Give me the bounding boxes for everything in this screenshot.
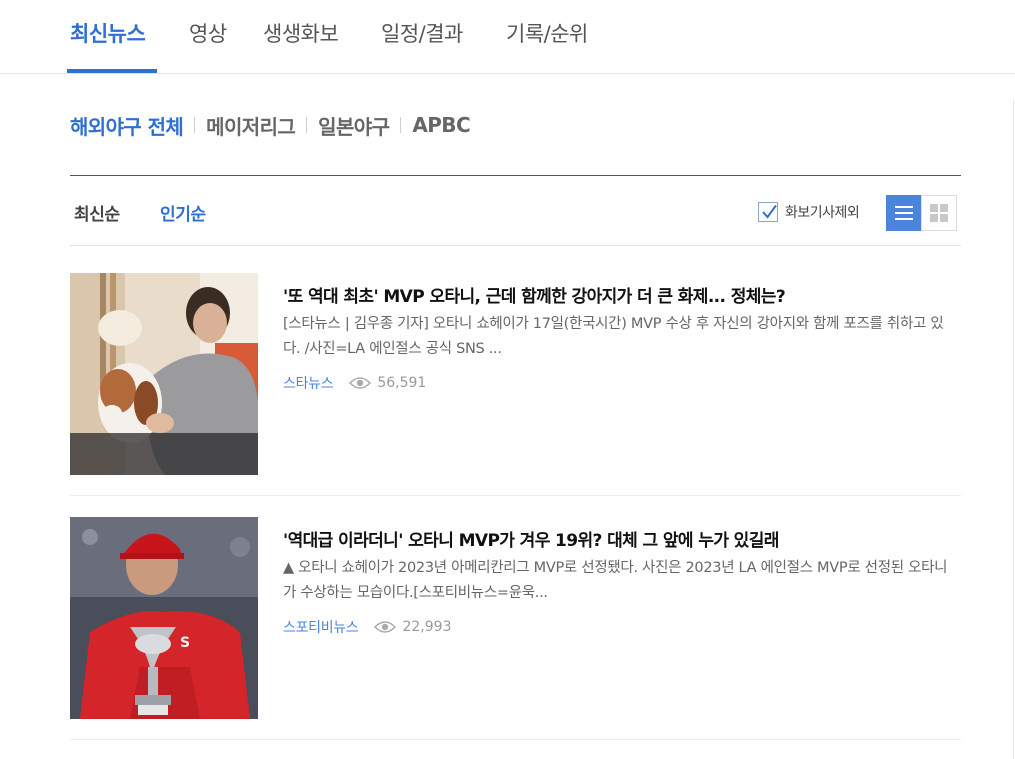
article-divider [70, 739, 961, 740]
exclude-photo-articles-toggle[interactable]: 화보기사제외 [758, 202, 860, 222]
view-count: 56,591 [377, 375, 427, 391]
list-view-button[interactable] [886, 195, 922, 231]
subnav-divider [306, 117, 308, 133]
checkbox-checked-icon[interactable] [758, 202, 778, 222]
active-tab-indicator [67, 69, 157, 73]
article-meta: 스포티비뉴스 22,993 [283, 617, 451, 637]
subnav-divider [400, 117, 402, 133]
tab-video[interactable]: 영상 [189, 18, 227, 48]
tab-records-rankings[interactable]: 기록/순위 [506, 18, 588, 48]
top-nav: 최신뉴스 영상 생생화보 일정/결과 기록/순위 [0, 0, 1015, 74]
grid-icon [930, 204, 948, 222]
subnav-apbc[interactable]: APBC [412, 113, 470, 137]
subnav-mlb[interactable]: 메이저리그 [206, 111, 296, 140]
article-item: S '역대급 이라더니' 오타니 MVP가 겨우 19위? 대체 그 앞에 누가… [70, 517, 961, 719]
tab-latest-news[interactable]: 최신뉴스 [70, 18, 146, 48]
sort-latest[interactable]: 최신순 [74, 200, 120, 225]
tab-schedule-results[interactable]: 일정/결과 [381, 18, 463, 48]
article-source[interactable]: 스타뉴스 [283, 373, 334, 393]
article-source[interactable]: 스포티비뉴스 [283, 617, 359, 637]
article-summary[interactable]: [스타뉴스 | 김우종 기자] 오타니 쇼헤이가 17일(한국시간) MVP 수… [283, 312, 958, 362]
article-thumbnail[interactable]: S [70, 517, 258, 719]
view-count: 22,993 [402, 619, 452, 635]
section-divider [70, 175, 961, 176]
subnav-divider [194, 117, 196, 133]
article-thumbnail[interactable] [70, 273, 258, 475]
right-border [1013, 100, 1014, 759]
article-meta: 스타뉴스 56,591 [283, 373, 426, 393]
article-title[interactable]: '또 역대 최초' MVP 오타니, 근데 함께한 강아지가 더 큰 화제...… [283, 282, 786, 307]
subnav-overseas-baseball-all[interactable]: 해외야구 전체 [70, 111, 184, 140]
eye-icon [349, 377, 372, 389]
exclude-photo-label: 화보기사제외 [785, 205, 860, 221]
subnav-npb[interactable]: 일본야구 [318, 111, 390, 140]
article-summary[interactable]: ▲ 오타니 쇼헤이가 2023년 아메리칸리그 MVP로 선정됐다. 사진은 2… [283, 556, 958, 606]
eye-icon [374, 621, 397, 633]
article-divider [70, 495, 961, 496]
sort-popular[interactable]: 인기순 [160, 200, 206, 225]
svg-text:S: S [180, 635, 190, 651]
grid-view-button[interactable] [921, 195, 957, 231]
sub-nav: 해외야구 전체 메이저리그 일본야구 APBC [70, 110, 471, 140]
article-item: '또 역대 최초' MVP 오타니, 근데 함께한 강아지가 더 큰 화제...… [70, 273, 961, 475]
tab-photos[interactable]: 생생화보 [263, 18, 339, 48]
sort-divider [70, 245, 961, 246]
list-icon [895, 206, 913, 220]
article-title[interactable]: '역대급 이라더니' 오타니 MVP가 겨우 19위? 대체 그 앞에 누가 있… [283, 526, 779, 551]
